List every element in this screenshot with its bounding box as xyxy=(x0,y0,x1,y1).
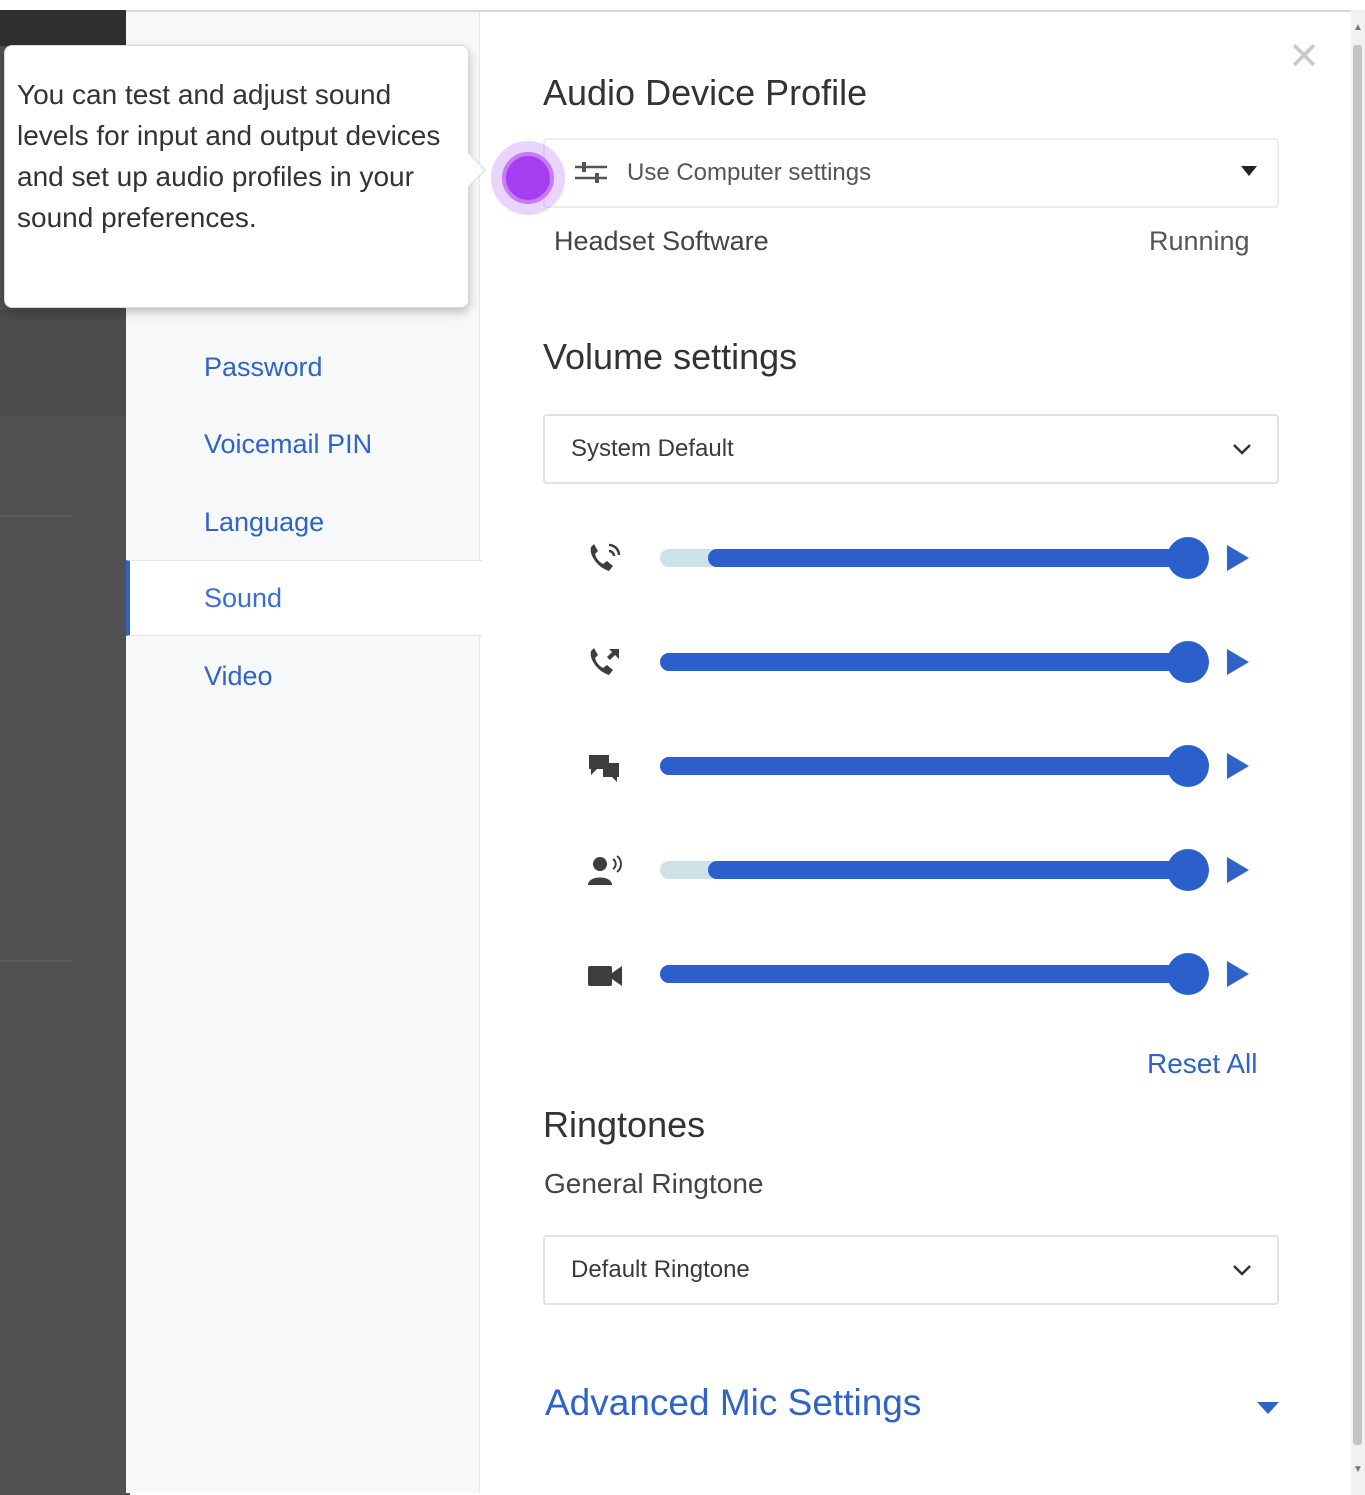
ringtone-select[interactable]: Default Ringtone xyxy=(543,1235,1279,1305)
volume-device-select[interactable]: System Default xyxy=(543,414,1279,484)
background-header xyxy=(0,10,130,46)
sidebar-item-label: Voicemail PIN xyxy=(204,428,373,459)
play-icon[interactable] xyxy=(1227,753,1249,779)
tooltip-text: You can test and adjust sound levels for… xyxy=(17,79,441,233)
scrollbar-thumb[interactable] xyxy=(1353,45,1362,1445)
audio-profile-select[interactable]: Use Computer settings xyxy=(543,138,1279,208)
sidebar-item-password[interactable]: Password xyxy=(126,329,480,405)
phone-ring-icon xyxy=(590,543,621,571)
play-icon[interactable] xyxy=(1227,857,1249,883)
play-icon[interactable] xyxy=(1227,649,1249,675)
chat-bubbles-icon xyxy=(589,755,619,782)
volume-track-fill xyxy=(707,549,1188,567)
volume-track[interactable] xyxy=(660,653,1188,671)
volume-slider-handle[interactable] xyxy=(1167,641,1209,683)
play-icon[interactable] xyxy=(1227,545,1249,571)
volume-slider-row xyxy=(585,953,1265,997)
volume-slider-row xyxy=(585,641,1265,685)
volume-track-fill xyxy=(660,653,1188,671)
advanced-mic-settings-toggle[interactable]: Advanced Mic Settings xyxy=(545,1382,921,1424)
reset-all-link[interactable]: Reset All xyxy=(1147,1048,1258,1080)
scroll-down-icon[interactable]: ▼ xyxy=(1352,1464,1364,1476)
audio-profile-value: Use Computer settings xyxy=(627,159,872,186)
audio-profile-heading: Audio Device Profile xyxy=(543,72,868,113)
sidebar-item-language[interactable]: Language xyxy=(126,484,480,560)
volume-track[interactable] xyxy=(660,757,1188,775)
phone-forward-icon xyxy=(590,648,619,675)
chevron-down-icon xyxy=(1233,444,1251,455)
person-speaking-icon xyxy=(588,855,622,885)
volume-slider-handle[interactable] xyxy=(1167,849,1209,891)
beacon-dot xyxy=(502,152,554,204)
caret-down-icon xyxy=(1241,166,1257,176)
volume-track[interactable] xyxy=(660,861,1188,879)
volume-track-fill xyxy=(707,861,1188,879)
sidebar-item-voicemail-pin[interactable]: Voicemail PIN xyxy=(126,406,480,482)
sliders-icon xyxy=(575,162,607,183)
headset-status-value: Running xyxy=(1149,226,1250,256)
close-icon[interactable]: ✕ xyxy=(1284,37,1324,77)
background-divider xyxy=(0,515,72,517)
sidebar-item-label: Video xyxy=(204,660,273,691)
volume-slider-row xyxy=(585,849,1265,893)
ringtones-heading: Ringtones xyxy=(543,1104,706,1145)
sidebar-item-sound[interactable]: Sound xyxy=(126,560,482,636)
volume-track-fill xyxy=(660,757,1188,775)
volume-track[interactable] xyxy=(660,549,1188,567)
sidebar-item-video[interactable]: Video xyxy=(126,638,480,714)
chevron-down-icon xyxy=(1233,1265,1251,1276)
volume-slider-handle[interactable] xyxy=(1167,745,1209,787)
volume-slider-row xyxy=(585,745,1265,789)
sidebar-item-label: Password xyxy=(204,351,323,382)
volume-track[interactable] xyxy=(660,965,1188,983)
sidebar-item-label: Language xyxy=(204,506,325,537)
volume-slider-handle[interactable] xyxy=(1167,953,1209,995)
volume-slider-row xyxy=(585,537,1265,581)
volume-slider-handle[interactable] xyxy=(1167,537,1209,579)
ringtone-value: Default Ringtone xyxy=(571,1256,750,1283)
general-ringtone-label: General Ringtone xyxy=(544,1168,764,1199)
caret-down-icon[interactable] xyxy=(1257,1402,1279,1414)
sidebar-item-label: Sound xyxy=(204,582,283,613)
volume-track-fill xyxy=(660,965,1188,983)
play-icon[interactable] xyxy=(1227,961,1249,987)
onboarding-tooltip: You can test and adjust sound levels for… xyxy=(4,45,486,308)
volume-device-value: System Default xyxy=(571,435,734,462)
onboarding-beacon[interactable] xyxy=(491,141,565,215)
video-camera-icon xyxy=(588,966,622,986)
volume-settings-heading: Volume settings xyxy=(543,336,798,377)
scroll-up-icon[interactable]: ▲ xyxy=(1352,22,1364,34)
headset-software-label: Headset Software xyxy=(554,226,769,256)
background-divider xyxy=(0,960,72,962)
background-band xyxy=(0,310,130,416)
